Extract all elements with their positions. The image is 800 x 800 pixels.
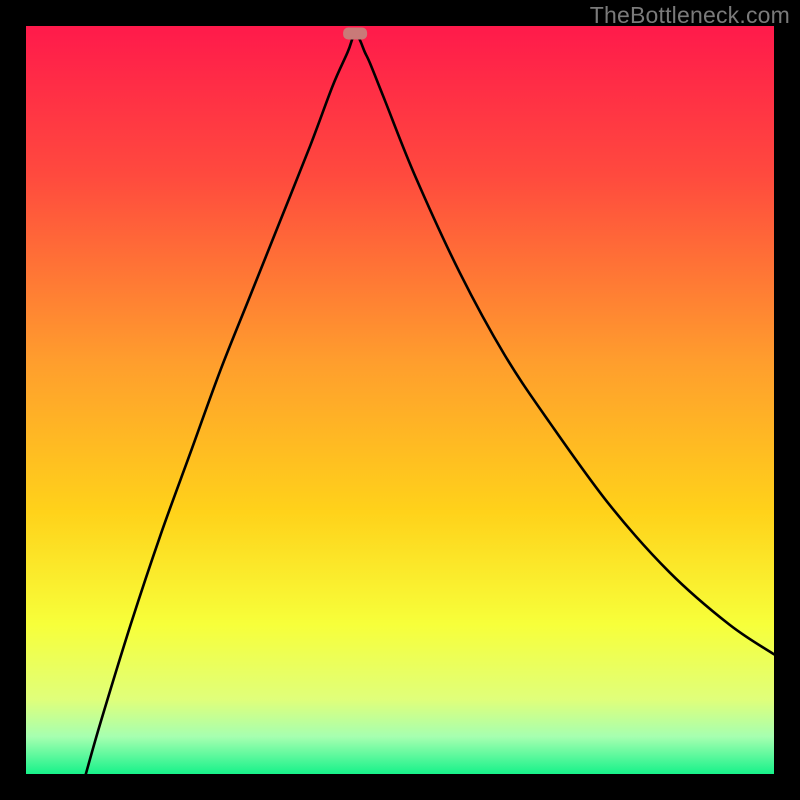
optimum-marker <box>343 27 367 39</box>
chart-svg <box>26 26 774 774</box>
plot-area <box>26 26 774 774</box>
chart-frame: TheBottleneck.com <box>0 0 800 800</box>
watermark-text: TheBottleneck.com <box>590 2 790 29</box>
